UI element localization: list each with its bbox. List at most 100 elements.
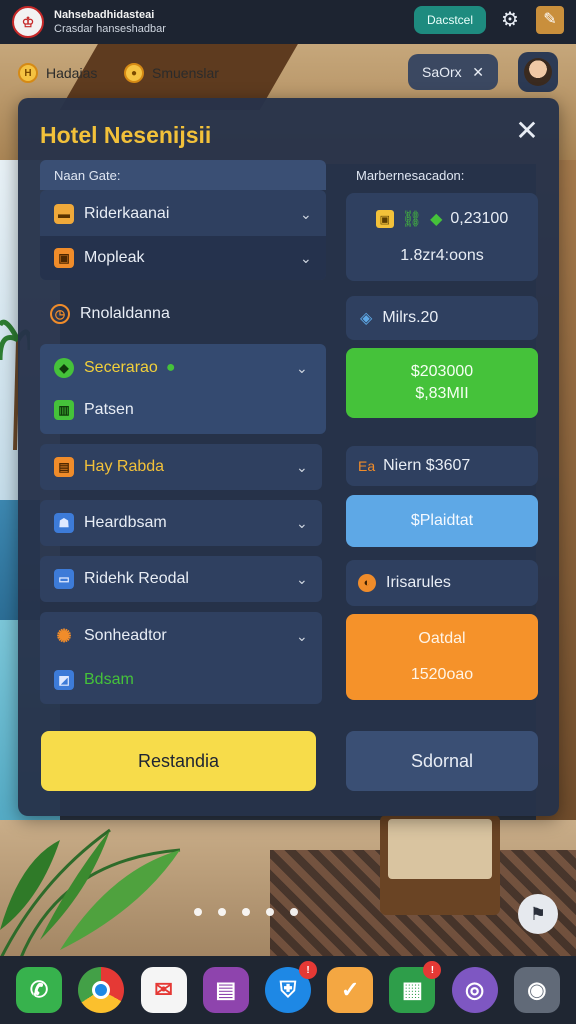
person-icon: ☗	[54, 513, 74, 533]
dropdown-mopleak[interactable]: ▣ Mopleak	[54, 246, 144, 270]
niern-row[interactable]: Ea Niern $3607	[346, 446, 538, 486]
badge-icon: ▣	[375, 210, 394, 228]
dropdown-ridehk-reodal[interactable]: ▭ Ridehk Reodal	[54, 567, 189, 591]
chevron-down-icon[interactable]: ⌄	[300, 250, 312, 267]
dropdown-label: Secerarao	[84, 359, 158, 376]
mail-app-icon[interactable]: ✉	[140, 967, 187, 1013]
camera-app-icon[interactable]: ◉	[513, 967, 560, 1013]
badge-icon: ●	[165, 359, 176, 376]
status-action-button[interactable]: Dacstcel	[414, 6, 486, 34]
page-dot[interactable]	[242, 908, 250, 916]
summary-card: ▣ ⛓ ◆ 0,23100 1.8zr4:oons	[346, 193, 538, 281]
page-indicator	[194, 908, 298, 916]
chip-label: Hadaias	[46, 65, 98, 81]
row-patsen[interactable]: ▥ Patsen	[54, 398, 134, 422]
search-label: SaOrx	[422, 64, 462, 80]
location-icon: ●	[124, 63, 144, 83]
chart-icon: ▥	[54, 400, 74, 420]
page-dot[interactable]	[266, 908, 274, 916]
dropdown-label: Heardbsam	[84, 514, 167, 531]
dropdown-label: Hay Rabda	[84, 458, 165, 475]
row-bdsam[interactable]: ◩ Bdsam	[54, 668, 134, 692]
chevron-down-icon[interactable]: ⌄	[296, 515, 308, 532]
left-column-header: Naan Gate:	[40, 160, 326, 190]
note-icon: ▣	[54, 248, 74, 268]
reserve-button[interactable]: Restandia	[41, 731, 316, 791]
chevron-down-icon[interactable]: ⌄	[296, 571, 308, 588]
gem-icon: ◆	[430, 211, 443, 228]
chevron-down-icon[interactable]: ⌄	[296, 360, 308, 377]
row-rnolaldanna[interactable]: ◷ Rnolaldanna	[50, 302, 170, 326]
summary-sub: 1.8zr4:oons	[400, 247, 484, 264]
chevron-down-icon[interactable]: ⌄	[300, 206, 312, 223]
notification-badge: !	[298, 961, 317, 979]
avatar[interactable]	[518, 52, 558, 92]
user-face-icon	[524, 58, 552, 86]
shield-app-icon[interactable]: ⛨!	[264, 961, 317, 1013]
milrs-label: Milrs.20	[382, 309, 439, 326]
price-card-orange[interactable]: Oatdal 1520oao	[346, 614, 538, 700]
row-label: Patsen	[84, 401, 134, 418]
green-line-2: $,83MII	[415, 385, 469, 402]
app-logo[interactable]: ♔	[12, 6, 44, 38]
chat-app-icon[interactable]: ▤	[202, 967, 249, 1013]
right-column-header: Marbernesacadon:	[356, 167, 465, 183]
cog-icon: ✺	[56, 625, 72, 646]
chip-smuenslar[interactable]: ● Smuenslar	[124, 58, 219, 88]
dropdown-sonheadtor[interactable]: ✺ Sonheadtor	[54, 624, 166, 648]
search-pill[interactable]: SaOrx ✕	[408, 54, 498, 90]
row-label: Bdsam	[84, 671, 134, 688]
edit-icon[interactable]: ✎	[536, 6, 564, 34]
dropdown-heardbsam[interactable]: ☗ Heardbsam	[54, 511, 167, 535]
dropdown-secerarao[interactable]: ◆ Secerarao ●	[54, 356, 176, 380]
irisarules-label: Irisarules	[386, 574, 451, 591]
irisarules-row[interactable]: ◐ Irisarules	[346, 560, 538, 606]
notification-badge: !	[423, 961, 442, 979]
app-title: Nahsebadhidasteai	[54, 9, 155, 21]
page-dot[interactable]	[218, 908, 226, 916]
dropdown-label: Riderkaanai	[84, 205, 170, 222]
editor-app-icon[interactable]: ✓	[327, 967, 374, 1013]
panel-title: Hotel Nesenijsii	[40, 122, 212, 148]
briefcase-icon: ▬	[54, 204, 74, 224]
plant-leaves-icon	[0, 828, 181, 960]
clear-icon[interactable]: ✕	[472, 64, 484, 81]
app-subtitle: Crasdar hanseshadbar	[54, 23, 166, 35]
chevron-down-icon[interactable]: ⌄	[296, 459, 308, 476]
summary-value: 0,23100	[450, 210, 509, 227]
price-tag-icon: Ea	[358, 458, 376, 474]
info-icon: ◐	[358, 574, 376, 592]
chip-label: Smuenslar	[152, 65, 219, 81]
niern-label: Niern $3607	[383, 457, 471, 474]
hotel-icon: H	[18, 63, 38, 83]
card-icon: ▭	[54, 569, 74, 589]
row-label: Rnolaldanna	[80, 305, 170, 322]
orange-line-2: 1520oao	[410, 666, 474, 683]
close-icon[interactable]: ✕	[512, 116, 542, 146]
chip-hadaias[interactable]: H Hadaias	[18, 58, 97, 88]
page-dot[interactable]	[194, 908, 202, 916]
secondary-button[interactable]: Sdornal	[346, 731, 538, 791]
page-dot[interactable]	[290, 908, 298, 916]
link-icon: ⛓	[401, 211, 423, 228]
spreadsheet-app-icon[interactable]: ▦!	[389, 961, 442, 1013]
chevron-down-icon[interactable]: ⌄	[296, 628, 308, 645]
leaf-icon: ◆	[54, 358, 74, 378]
dropdown-hay-rabda[interactable]: ▤ Hay Rabda	[54, 455, 164, 479]
hotel-panel: Hotel Nesenijsii ✕ Naan Gate: Marbernesa…	[18, 98, 559, 816]
app-titles: Nahsebadhidasteai Crasdar hanseshadbar	[54, 8, 166, 36]
app-dock: ✆ ✉ ▤ ⛨! ✓ ▦! ◎ ◉	[0, 956, 576, 1024]
milrs-row[interactable]: ◈ Milrs.20	[346, 296, 538, 340]
flag-fab-button[interactable]: ⚑	[518, 894, 558, 934]
status-bar: ♔ Nahsebadhidasteai Crasdar hanseshadbar…	[0, 0, 576, 44]
dropdown-label: Mopleak	[84, 249, 145, 266]
dropdown-riderkaanai[interactable]: ▬ Riderkaanai	[54, 202, 169, 226]
plaidtat-label: $Plaidtat	[410, 512, 474, 529]
chrome-app-icon[interactable]	[78, 967, 125, 1013]
browser-app-icon[interactable]: ◎	[451, 967, 498, 1013]
price-card-green[interactable]: $203000 $,83MII	[346, 348, 538, 418]
clock-icon: ◷	[50, 304, 70, 324]
phone-app-icon[interactable]: ✆	[16, 967, 63, 1013]
settings-gear-icon[interactable]: ⚙	[498, 8, 522, 32]
plaidtat-button[interactable]: $Plaidtat	[346, 495, 538, 547]
